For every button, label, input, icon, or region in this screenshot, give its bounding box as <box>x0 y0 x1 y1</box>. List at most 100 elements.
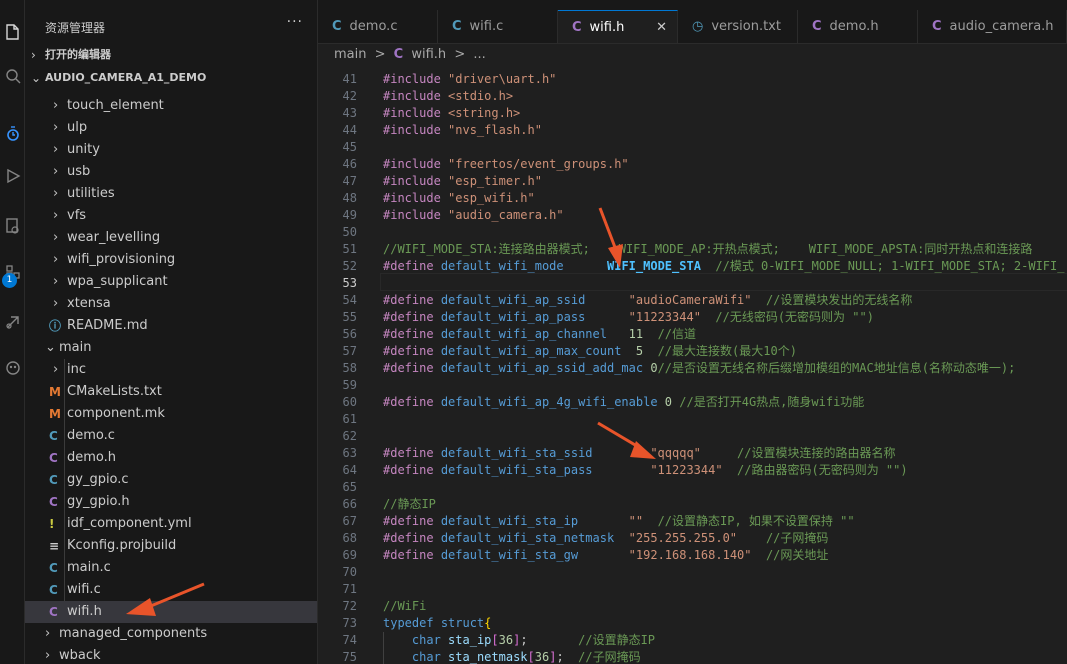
code-line[interactable]: 74 char sta_ip[36]; //设置静态IP <box>318 632 1067 649</box>
code-line[interactable]: 46 #include "freertos/event_groups.h" <box>318 156 1067 173</box>
line-number: 55 <box>342 310 357 324</box>
code-line[interactable]: 53 <box>318 275 1067 292</box>
code-line[interactable]: 42 #include <stdio.h> <box>318 88 1067 105</box>
breadcrumb-separator: > <box>454 47 466 62</box>
code-line[interactable]: 48 #include "esp_wifi.h" <box>318 190 1067 207</box>
code-line[interactable]: 72 //WiFi <box>318 598 1067 615</box>
line-number: 43 <box>342 106 357 120</box>
tree-file[interactable]: Mcomponent.mk <box>25 403 317 425</box>
tree-file[interactable]: Cgy_gpio.c <box>25 469 317 491</box>
code-line[interactable]: 51 //WIFI_MODE_STA:连接路由器模式; WIFI_MODE_AP:… <box>318 241 1067 258</box>
code-line[interactable]: 44 #include "nvs_flash.h" <box>318 122 1067 139</box>
tree-item-label: xtensa <box>67 296 111 311</box>
code-line[interactable]: 68 #define default_wifi_sta_netmask "255.… <box>318 530 1067 547</box>
code-line[interactable]: 59 <box>318 377 1067 394</box>
line-code: #define default_wifi_ap_ssid "audioCamer… <box>383 293 913 307</box>
tree-folder[interactable]: › vfs <box>25 205 317 227</box>
code-line[interactable]: 60 #define default_wifi_ap_4g_wifi_enable… <box>318 394 1067 411</box>
tree-file[interactable]: Cdemo.c <box>25 425 317 447</box>
tree-folder[interactable]: › wifi_provisioning <box>25 249 317 271</box>
code-line[interactable]: 47 #include "esp_timer.h" <box>318 173 1067 190</box>
tree-item-label: wifi_provisioning <box>67 252 176 267</box>
tree-item-label: vfs <box>67 208 87 223</box>
code-line[interactable]: 64 #define default_wifi_sta_pass "1122334… <box>318 462 1067 479</box>
tree-item-label: gy_gpio.h <box>67 494 130 509</box>
code-line[interactable]: 61 <box>318 411 1067 428</box>
tree-file[interactable]: Cdemo.h <box>25 447 317 469</box>
tab-label: demo.h <box>829 19 879 34</box>
tree-folder[interactable]: › wpa_supplicant <box>25 271 317 293</box>
code-line[interactable]: 73 typedef struct{ <box>318 615 1067 632</box>
line-number: 75 <box>342 650 357 664</box>
code-editor[interactable]: 41 #include "driver\uart.h" 42 #include <st… <box>318 66 1067 664</box>
code-line[interactable]: 67 #define default_wifi_sta_ip "" //设置静态I… <box>318 513 1067 530</box>
alien-icon[interactable] <box>0 354 25 382</box>
line-number: 71 <box>342 582 357 596</box>
code-line[interactable]: 45 <box>318 139 1067 156</box>
tree-folder[interactable]: › managed_components <box>25 623 317 645</box>
code-line[interactable]: 70 <box>318 564 1067 581</box>
tree-folder[interactable]: › unity <box>25 139 317 161</box>
code-line[interactable]: 57 #define default_wifi_ap_max_count 5 //… <box>318 343 1067 360</box>
tab-demo-h[interactable]: Cdemo.h <box>798 10 918 43</box>
code-line[interactable]: 66 //静态IP <box>318 496 1067 513</box>
code-line[interactable]: 50 <box>318 224 1067 241</box>
line-number: 57 <box>342 344 357 358</box>
tree-file[interactable]: Cgy_gpio.h <box>25 491 317 513</box>
open-editors-section[interactable]: › 打开的编辑器 <box>25 44 317 66</box>
tree-folder[interactable]: ⌄ main <box>25 337 317 359</box>
breadcrumb-symbols[interactable]: ... <box>473 47 485 62</box>
line-number: 41 <box>342 72 357 86</box>
tab-version-txt[interactable]: ◷ version.txt <box>678 10 798 43</box>
code-line[interactable]: 63 #define default_wifi_sta_ssid "qqqqq" … <box>318 445 1067 462</box>
tree-folder[interactable]: › ulp <box>25 117 317 139</box>
run-debug-icon[interactable] <box>0 162 25 190</box>
remote-explorer-icon[interactable] <box>0 212 25 240</box>
explorer-icon[interactable] <box>0 18 25 46</box>
tree-folder[interactable]: › xtensa <box>25 293 317 315</box>
code-line[interactable]: 62 <box>318 428 1067 445</box>
tree-folder[interactable]: › wear_levelling <box>25 227 317 249</box>
close-icon[interactable]: ✕ <box>656 11 667 43</box>
open-editors-label: 打开的编辑器 <box>45 48 111 61</box>
tree-file[interactable]: ⓘ README.md <box>25 315 317 337</box>
timeline-icon[interactable] <box>0 120 25 148</box>
tree-file[interactable]: ≡ Kconfig.projbuild <box>25 535 317 557</box>
c-file-icon: C <box>49 561 58 575</box>
tree-folder[interactable]: › usb <box>25 161 317 183</box>
code-line[interactable]: 71 <box>318 581 1067 598</box>
code-line[interactable]: 41 #include "driver\uart.h" <box>318 71 1067 88</box>
tree-folder[interactable]: › touch_element <box>25 95 317 117</box>
project-section[interactable]: ⌄ AUDIO_CAMERA_A1_DEMO <box>25 67 317 89</box>
code-line[interactable]: 55 #define default_wifi_ap_pass "11223344… <box>318 309 1067 326</box>
breadcrumb-folder[interactable]: main <box>334 47 366 62</box>
code-line[interactable]: 49 #include "audio_camera.h" <box>318 207 1067 224</box>
line-number: 44 <box>342 123 357 137</box>
code-line[interactable]: 69 #define default_wifi_sta_gw "192.168.1… <box>318 547 1067 564</box>
tree-file[interactable]: ! idf_component.yml <box>25 513 317 535</box>
esp-idf-icon[interactable] <box>0 308 25 336</box>
tree-folder[interactable]: › utilities <box>25 183 317 205</box>
tab-audio_camera-h[interactable]: Caudio_camera.h <box>918 10 1067 43</box>
tree-folder[interactable]: › wback <box>25 645 317 664</box>
breadcrumb-file[interactable]: wifi.h <box>411 47 446 62</box>
h-file-icon: C <box>572 20 582 35</box>
code-line[interactable]: 52 #define default_wifi_mode WIFI_MODE_ST… <box>318 258 1067 275</box>
code-line[interactable]: 54 #define default_wifi_ap_ssid "audioCam… <box>318 292 1067 309</box>
tab-wifi-c[interactable]: Cwifi.c <box>438 10 558 43</box>
tab-demo-c[interactable]: Cdemo.c <box>318 10 438 43</box>
code-line[interactable]: 75 char sta_netmask[36]; //子网掩码 <box>318 649 1067 664</box>
code-line[interactable]: 65 <box>318 479 1067 496</box>
search-icon[interactable] <box>0 62 25 90</box>
breadcrumb-separator: > <box>374 47 386 62</box>
code-line[interactable]: 43 #include <string.h> <box>318 105 1067 122</box>
code-line[interactable]: 56 #define default_wifi_ap_channel 11 //信… <box>318 326 1067 343</box>
tree-item-label: CMakeLists.txt <box>67 384 162 399</box>
code-line[interactable]: 58 #define default_wifi_ap_ssid_add_mac 0… <box>318 360 1067 377</box>
tree-item-label: demo.c <box>67 428 115 443</box>
tab-wifi-h[interactable]: Cwifi.h ✕ <box>558 10 678 43</box>
cmake-file-icon: M <box>49 385 61 399</box>
more-actions-icon[interactable]: ··· <box>287 14 303 30</box>
tree-folder[interactable]: › inc <box>25 359 317 381</box>
tree-file[interactable]: M CMakeLists.txt <box>25 381 317 403</box>
